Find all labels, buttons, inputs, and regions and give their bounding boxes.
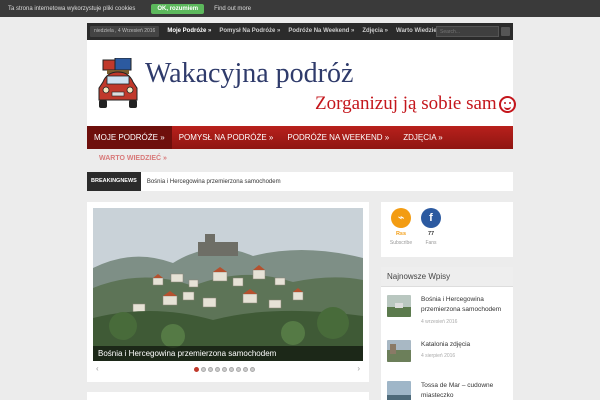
date-badge: niedziela , 4 Wrzesień 2016 xyxy=(90,26,160,37)
post-date: 4 sierpień 2016 xyxy=(421,353,456,359)
slider-dot[interactable] xyxy=(222,367,227,372)
rss-label: Rss xyxy=(395,231,407,237)
slider-dot[interactable] xyxy=(236,367,241,372)
slider-dot[interactable] xyxy=(208,367,213,372)
recent-post[interactable]: Tossa de Mar – cudowne miasteczko xyxy=(387,381,511,400)
tagline-text: Zorganizuj ją sobie sam xyxy=(315,93,497,114)
post-thumbnail[interactable] xyxy=(387,381,411,400)
recent-post[interactable]: Katalonia zdjęcia 4 sierpień 2016 xyxy=(387,340,511,366)
post-title[interactable]: Bośnia i Hercegowina przemierzona samoch… xyxy=(421,295,509,315)
slider-dot[interactable] xyxy=(243,367,248,372)
top-menu-zdjecia[interactable]: Zdjęcia » xyxy=(358,23,392,40)
site-title[interactable]: Wakacyjna podróż xyxy=(145,58,353,90)
search-input[interactable] xyxy=(436,26,499,37)
recent-posts-title: Najnowsze Wpisy xyxy=(381,267,513,287)
social-counters: ⌁ Rss Subscribe f 77 Fans xyxy=(381,202,513,257)
cookie-text: Ta strona internetowa wykorzystuje pliki… xyxy=(8,5,136,12)
nav-pomysl[interactable]: POMYSŁ NA PODRÓŻE » xyxy=(172,126,281,149)
slider-pagination xyxy=(194,367,257,372)
car-logo-icon[interactable] xyxy=(95,58,141,110)
post-date: 4 wrzesień 2016 xyxy=(421,319,458,325)
slide-caption[interactable]: Bośnia i Hercegowina przemierzona samoch… xyxy=(93,346,363,361)
post-title[interactable]: Katalonia zdjęcia xyxy=(421,340,509,350)
facebook-counter[interactable]: f 77 Fans xyxy=(419,208,443,246)
breaking-news-link[interactable]: Bośnia i Hercegowina przemierzona samoch… xyxy=(147,179,281,185)
facebook-icon[interactable]: f xyxy=(421,208,441,228)
facebook-count: 77 xyxy=(427,231,435,237)
site-header: Wakacyjna podróż Zorganizuj ją sobie sam xyxy=(87,40,516,126)
smiley-icon xyxy=(498,95,516,113)
rss-subscribe: Subscribe xyxy=(389,240,413,246)
top-bar: niedziela , 4 Wrzesień 2016 Moje Podróże… xyxy=(87,23,513,40)
post-thumbnail[interactable] xyxy=(387,340,411,362)
rss-icon[interactable]: ⌁ xyxy=(391,208,411,228)
main-nav: MOJE PODRÓŻE » POMYSŁ NA PODRÓŻE » PODRÓ… xyxy=(87,126,513,149)
slider-prev-icon[interactable]: ‹ xyxy=(96,364,99,373)
slider-next-icon[interactable]: › xyxy=(357,364,360,373)
cookie-find-out-link[interactable]: Find out more xyxy=(214,6,251,12)
slider-dot[interactable] xyxy=(194,367,199,372)
rss-counter[interactable]: ⌁ Rss Subscribe xyxy=(389,208,413,246)
slider-dot[interactable] xyxy=(229,367,234,372)
nav-weekend[interactable]: PODRÓŻE NA WEEKEND » xyxy=(280,126,396,149)
top-menu-weekend[interactable]: Podróże Na Weekend » xyxy=(284,23,358,40)
slider-dot[interactable] xyxy=(201,367,206,372)
nav-warto-wiedziec[interactable]: WARTO WIEDZIEĆ » xyxy=(99,155,167,162)
content-box-2 xyxy=(87,392,369,400)
rss-mini-icon[interactable] xyxy=(501,27,510,36)
nav-zdjecia[interactable]: ZDJĘCIA » xyxy=(396,126,450,149)
featured-slider-box: Bośnia i Hercegowina przemierzona samoch… xyxy=(87,202,369,382)
facebook-fans: Fans xyxy=(425,240,437,246)
breaking-news-label: BREAKINGNEWS xyxy=(87,172,141,191)
post-thumbnail[interactable] xyxy=(387,295,411,317)
town-photo xyxy=(93,208,363,361)
slide-image[interactable]: Bośnia i Hercegowina przemierzona samoch… xyxy=(93,208,363,361)
cookie-ok-button[interactable]: OK, rozumiem xyxy=(151,3,205,14)
top-menu-moje-podroze[interactable]: Moje Podróże » xyxy=(163,23,215,40)
site-tagline: Zorganizuj ją sobie sam xyxy=(315,93,516,115)
top-menu: Moje Podróże » Pomysł Na Podróże » Podró… xyxy=(163,23,449,40)
breaking-news-bar: BREAKINGNEWS Bośnia i Hercegowina przemi… xyxy=(87,172,513,191)
recent-posts-widget: Najnowsze Wpisy Bośnia i Hercegowina prz… xyxy=(381,267,513,400)
recent-post[interactable]: Bośnia i Hercegowina przemierzona samoch… xyxy=(387,295,511,329)
post-title[interactable]: Tossa de Mar – cudowne miasteczko xyxy=(421,381,509,400)
slider-dot[interactable] xyxy=(250,367,255,372)
sub-nav: WARTO WIEDZIEĆ » xyxy=(87,149,513,169)
slider-dot[interactable] xyxy=(215,367,220,372)
cookie-bar: Ta strona internetowa wykorzystuje pliki… xyxy=(0,0,600,17)
nav-moje-podroze[interactable]: MOJE PODRÓŻE » xyxy=(87,126,172,149)
slider-controls: ‹ › xyxy=(93,364,363,376)
top-menu-pomysl[interactable]: Pomysł Na Podróże » xyxy=(215,23,284,40)
